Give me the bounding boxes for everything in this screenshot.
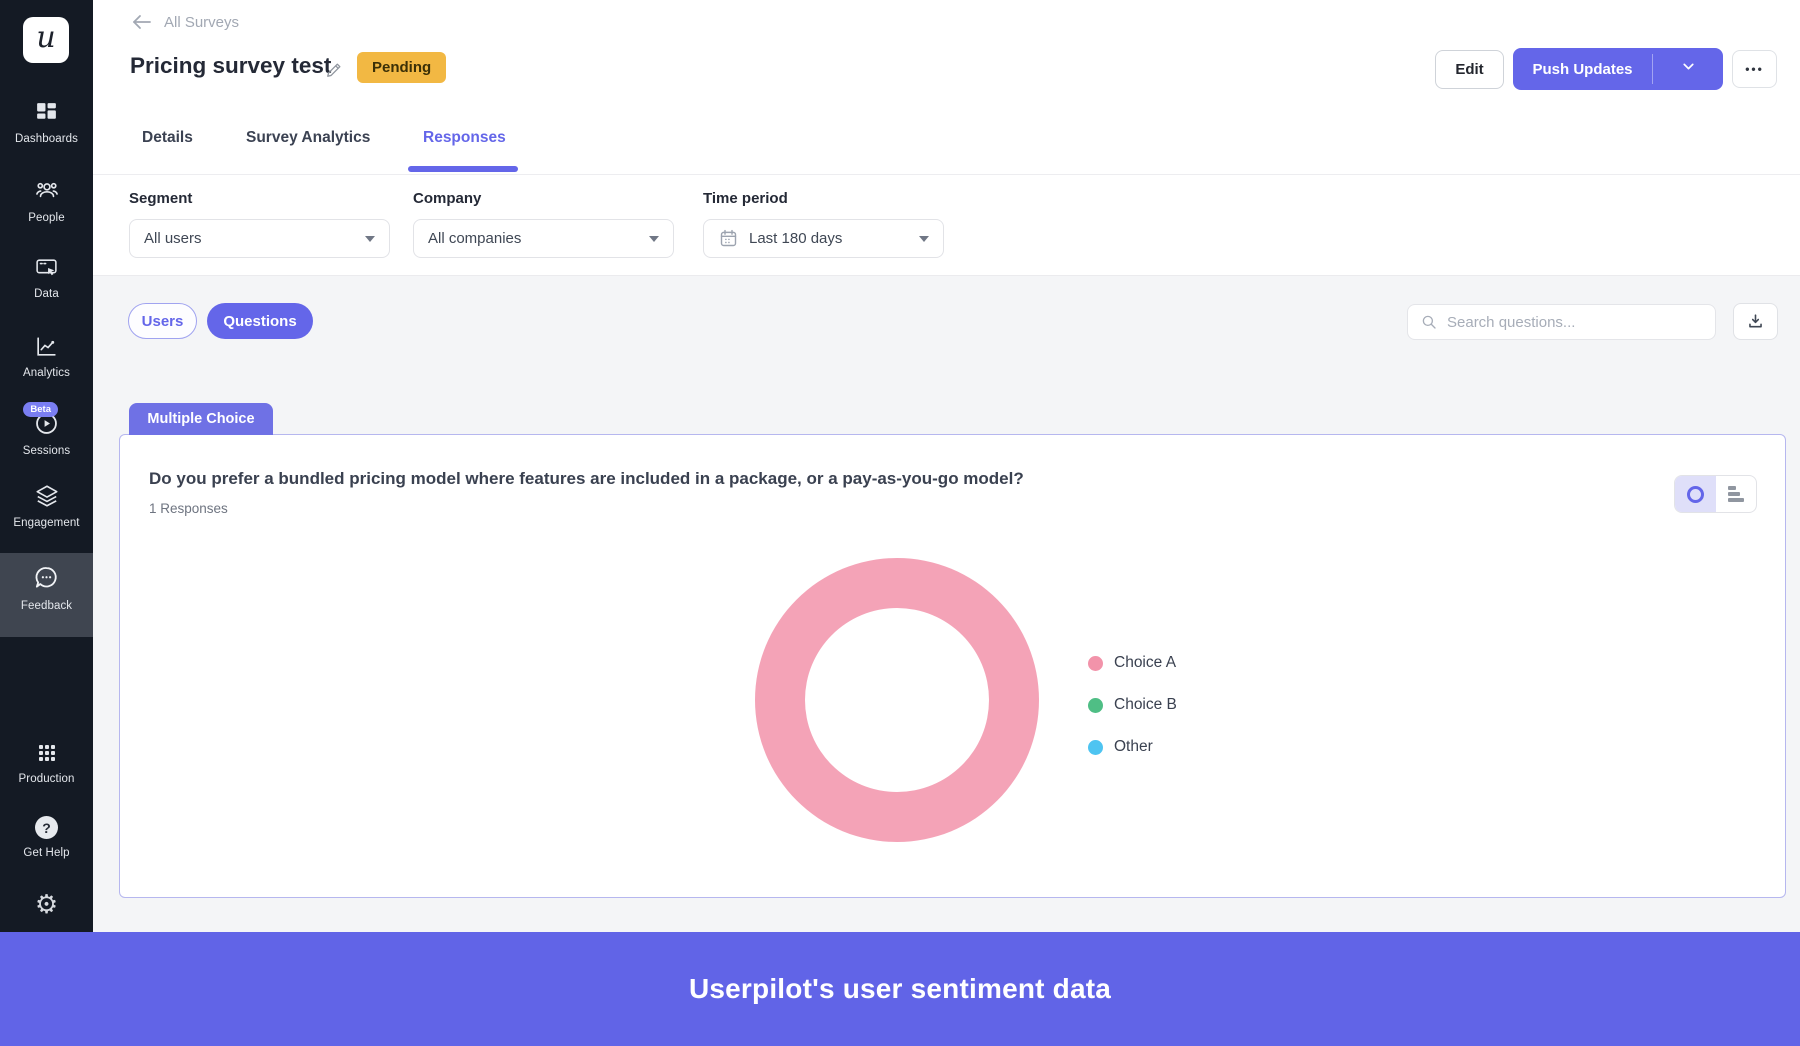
data-icon — [34, 255, 59, 280]
search-icon — [1420, 313, 1438, 331]
sidebar-item-get-help[interactable]: ? Get Help — [0, 816, 93, 859]
sidebar-item-label: Feedback — [20, 600, 73, 612]
chevron-down-icon — [649, 235, 659, 242]
question-card: Do you prefer a bundled pricing model wh… — [119, 434, 1786, 898]
push-updates-button[interactable]: Push Updates — [1513, 48, 1652, 90]
sidebar-item-production[interactable]: Production — [0, 741, 93, 785]
status-badge: Pending — [357, 52, 447, 83]
download-icon — [1746, 312, 1765, 331]
users-toggle-button[interactable]: Users — [128, 303, 197, 339]
company-value: All companies — [428, 230, 522, 247]
feedback-icon — [32, 563, 61, 592]
sidebar: u Dashboards People Data Analytics Beta … — [0, 0, 93, 1046]
tab-survey-analytics[interactable]: Survey Analytics — [246, 129, 370, 147]
analytics-icon — [34, 334, 59, 359]
chevron-down-icon — [1680, 58, 1697, 80]
search-input[interactable] — [1447, 313, 1703, 331]
logo-letter: u — [36, 20, 56, 55]
donut-chart-hole — [805, 608, 989, 792]
calendar-icon — [718, 228, 739, 249]
sidebar-item-label: Sessions — [22, 445, 71, 457]
sidebar-item-data[interactable]: Data — [0, 255, 93, 300]
legend-item: Choice B — [1088, 696, 1177, 714]
segment-value: All users — [144, 230, 202, 247]
banner-text: Userpilot's user sentiment data — [688, 973, 1112, 1004]
filter-label-time-period: Time period — [703, 190, 788, 207]
gear-icon: ⚙ — [34, 890, 59, 920]
sidebar-item-label: Data — [34, 288, 59, 300]
chevron-down-icon — [365, 235, 375, 242]
breadcrumb: All Surveys — [130, 10, 239, 34]
sidebar-item-engagement[interactable]: Engagement — [0, 483, 93, 529]
sidebar-item-label: Analytics — [23, 367, 70, 379]
app-window: u Dashboards People Data Analytics Beta … — [0, 0, 1800, 1046]
sidebar-item-label: Production — [18, 773, 75, 785]
sidebar-item-settings[interactable]: ⚙ — [0, 892, 93, 918]
production-icon — [35, 741, 59, 765]
people-icon — [34, 178, 60, 204]
filter-label-company: Company — [413, 190, 482, 207]
legend-item: Choice A — [1088, 654, 1176, 672]
tab-details[interactable]: Details — [142, 129, 193, 147]
bottom-banner: Userpilot's user sentiment data — [0, 932, 1800, 1046]
sidebar-item-label: People — [28, 212, 65, 224]
bar-view-button[interactable] — [1716, 476, 1757, 512]
legend-label: Other — [1114, 738, 1153, 755]
donut-chart-icon — [1686, 485, 1704, 503]
legend-dot — [1088, 655, 1103, 671]
legend-item: Other — [1088, 738, 1153, 756]
push-updates-split-button: Push Updates — [1513, 48, 1723, 90]
filter-label-segment: Segment — [129, 190, 193, 207]
active-tab-underline — [408, 166, 518, 172]
responses-count: 1 Responses — [149, 501, 228, 516]
sidebar-item-label: Engagement — [13, 517, 80, 529]
sidebar-item-label: Get Help — [23, 847, 70, 859]
segment-dropdown[interactable]: All users — [129, 219, 390, 258]
search-box — [1407, 304, 1716, 340]
question-text: Do you prefer a bundled pricing model wh… — [149, 469, 1024, 488]
userpilot-logo[interactable]: u — [23, 17, 69, 63]
legend-label: Choice B — [1114, 696, 1177, 713]
push-updates-dropdown-button[interactable] — [1653, 48, 1723, 90]
edit-title-pencil-icon[interactable] — [324, 60, 344, 85]
sidebar-item-analytics[interactable]: Analytics — [0, 334, 93, 379]
help-icon: ? — [35, 816, 58, 839]
download-button[interactable] — [1733, 303, 1778, 340]
sessions-icon: Beta — [23, 402, 60, 437]
legend-label: Choice A — [1114, 654, 1177, 671]
chevron-down-icon — [919, 235, 929, 242]
engagement-icon — [34, 483, 60, 509]
legend-dot — [1088, 697, 1103, 713]
sidebar-item-people[interactable]: People — [0, 178, 93, 224]
sidebar-item-feedback[interactable]: Feedback — [0, 563, 93, 612]
bar-chart-icon — [1727, 486, 1744, 502]
chart-type-toggle — [1674, 475, 1757, 513]
donut-view-button[interactable] — [1675, 476, 1716, 512]
page-title: Pricing survey test — [130, 53, 332, 78]
dashboards-icon — [34, 100, 59, 125]
page-header: All Surveys Pricing survey test Pending … — [93, 0, 1800, 276]
question-type-tab[interactable]: Multiple Choice — [129, 403, 273, 435]
sidebar-item-label: Dashboards — [14, 133, 78, 145]
back-arrow-icon[interactable] — [130, 10, 154, 34]
time-period-dropdown[interactable]: Last 180 days — [703, 219, 944, 258]
sidebar-item-sessions[interactable]: Beta Sessions — [0, 402, 93, 457]
more-options-button[interactable]: ••• — [1732, 50, 1777, 88]
sidebar-item-dashboards[interactable]: Dashboards — [0, 100, 93, 145]
tabs-separator — [93, 174, 1800, 175]
questions-toggle-button[interactable]: Questions — [207, 303, 313, 339]
beta-badge: Beta — [23, 402, 58, 417]
company-dropdown[interactable]: All companies — [413, 219, 674, 258]
time-period-value: Last 180 days — [749, 230, 843, 247]
tab-responses[interactable]: Responses — [423, 129, 506, 147]
breadcrumb-all-surveys[interactable]: All Surveys — [164, 14, 239, 31]
edit-button[interactable]: Edit — [1435, 50, 1504, 89]
legend-dot — [1088, 739, 1103, 755]
